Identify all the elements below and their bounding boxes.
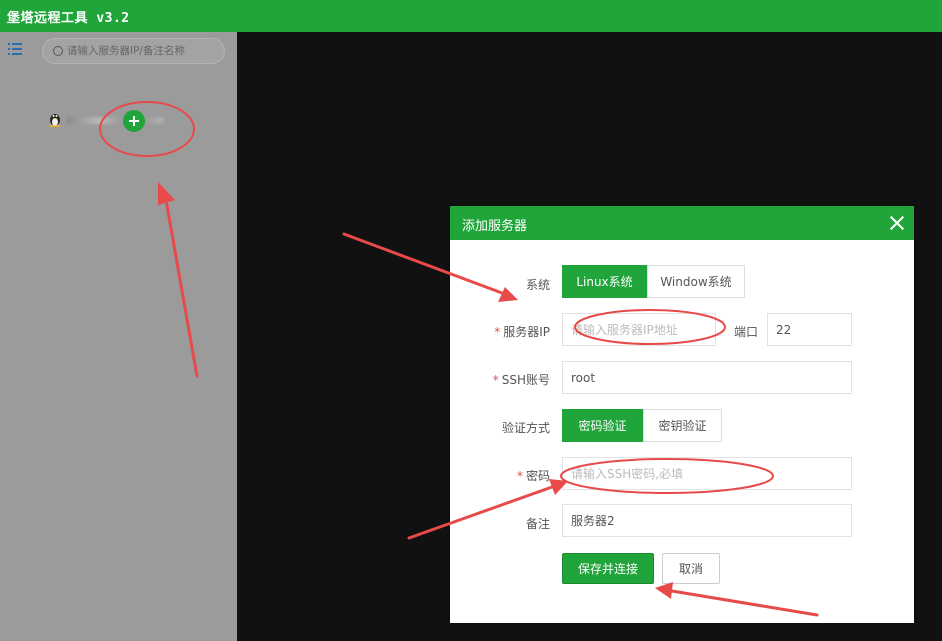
server-name-redacted: [66, 117, 164, 124]
cancel-button[interactable]: 取消: [662, 553, 720, 584]
password-input[interactable]: [562, 457, 852, 490]
server-ip-label: * 服务器IP: [494, 325, 550, 339]
add-server-dialog: 添加服务器 系统 Linux系统 Window系统 *服务器IP 端口 *SSH…: [450, 206, 914, 623]
dialog-header: 添加服务器: [450, 206, 914, 240]
ssh-account-input[interactable]: [562, 361, 852, 394]
list-menu-icon[interactable]: [8, 43, 22, 55]
ssh-account-label: * SSH账号: [492, 373, 550, 387]
auth-method-label: 验证方式: [501, 421, 550, 435]
dialog-title: 添加服务器: [462, 219, 528, 234]
sidebar: [0, 32, 237, 641]
search-input[interactable]: [67, 42, 217, 60]
linux-icon: [49, 114, 61, 127]
auth-method-selector: 密码验证 密钥验证: [562, 409, 722, 442]
system-selector: Linux系统 Window系统: [562, 265, 745, 298]
title-bar: 堡塔远程工具 v3.2: [0, 0, 942, 32]
app-title: 堡塔远程工具 v3.2: [7, 11, 130, 26]
linux-system-option[interactable]: Linux系统: [562, 265, 647, 298]
remark-label: 备注: [525, 517, 550, 531]
system-label: 系统: [525, 278, 550, 292]
server-list-item[interactable]: [48, 112, 168, 128]
windows-system-option[interactable]: Window系统: [647, 265, 745, 298]
password-auth-option[interactable]: 密码验证: [562, 409, 643, 442]
key-auth-option[interactable]: 密钥验证: [643, 409, 722, 442]
search-icon: [53, 46, 63, 56]
save-and-connect-button[interactable]: 保存并连接: [562, 553, 654, 584]
port-label: 端口: [733, 325, 758, 339]
close-icon[interactable]: [889, 215, 905, 231]
password-label: * 密码: [516, 469, 550, 483]
add-server-button[interactable]: [123, 110, 145, 132]
remark-input[interactable]: [562, 504, 852, 537]
port-input[interactable]: [767, 313, 852, 346]
search-box: [42, 38, 225, 64]
